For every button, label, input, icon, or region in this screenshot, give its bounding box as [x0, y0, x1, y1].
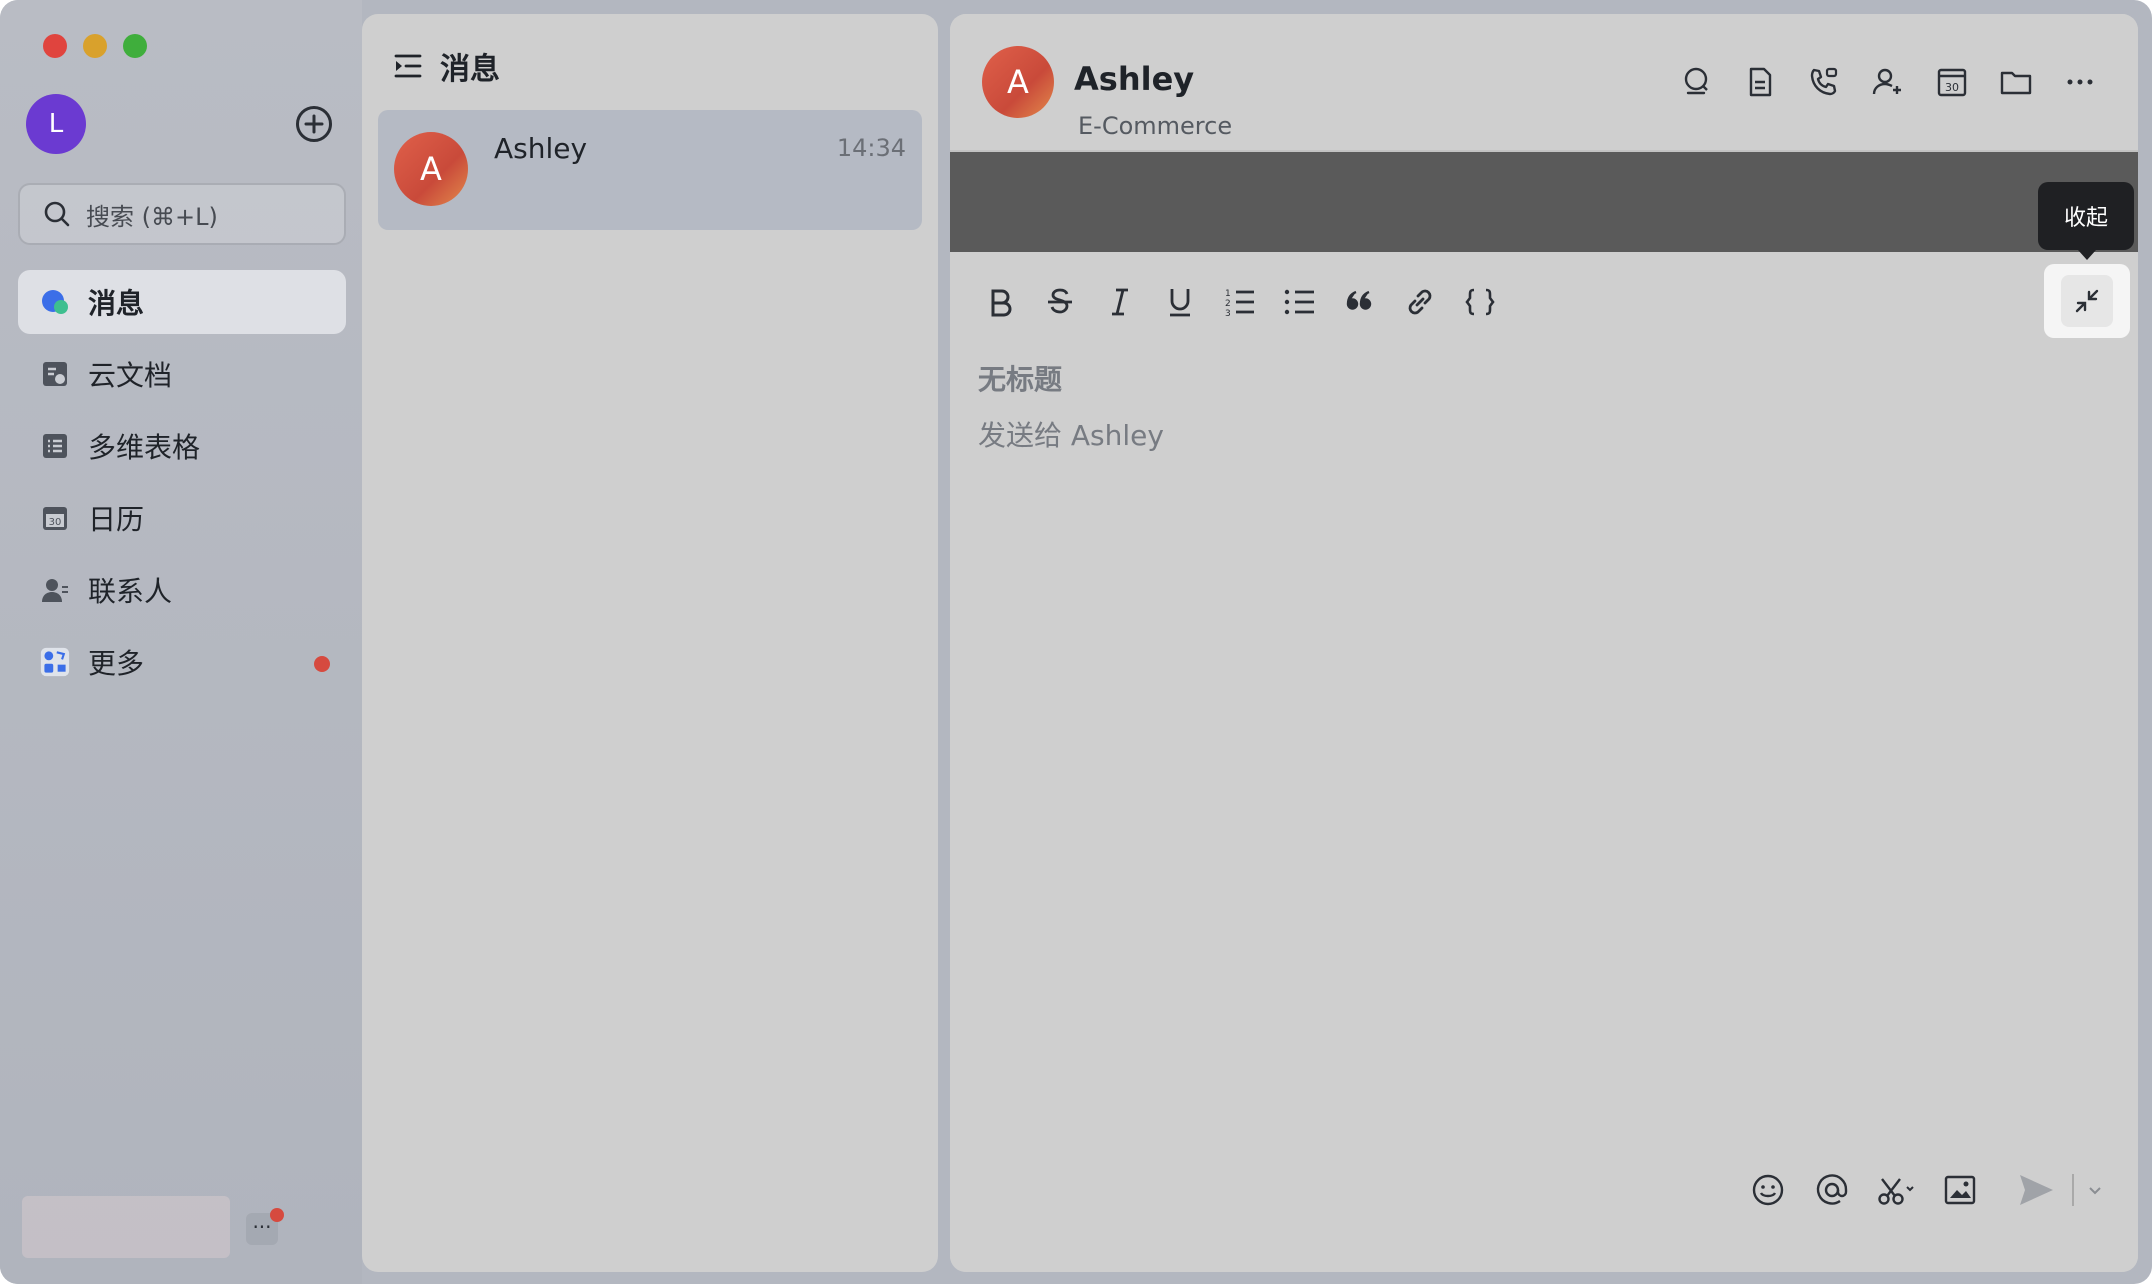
link-icon: [1408, 289, 1432, 315]
svg-text:2: 2: [1225, 299, 1231, 309]
format-toolbar: 123: [978, 280, 1518, 324]
call-icon[interactable]: [1806, 64, 1842, 100]
sidebar-item-base[interactable]: 多维表格: [18, 414, 346, 478]
add-member-icon[interactable]: [1870, 64, 1906, 100]
docs-icon: [40, 359, 70, 389]
chat-header: A Ashley E-Commerce 30: [950, 14, 2138, 152]
collapse-icon: [2075, 289, 2099, 313]
notification-badge: [270, 1208, 284, 1222]
sidebar-item-label: 消息: [88, 287, 145, 320]
image-icon[interactable]: [1940, 1170, 1980, 1210]
search-icon[interactable]: [1678, 64, 1714, 100]
contacts-icon: [40, 575, 70, 605]
conversation-item[interactable]: A Ashley 14:34: [378, 110, 922, 230]
search-placeholder: 搜索 (⌘+L): [86, 202, 218, 231]
rich-text-editor: 123 无标题 发送给 Ashley: [950, 254, 2138, 1272]
quote-button[interactable]: [1338, 280, 1382, 324]
underline-button[interactable]: [1158, 280, 1202, 324]
bottom-profile-card[interactable]: [22, 1196, 230, 1258]
conversation-list-panel: 消息 A Ashley 14:34: [362, 14, 938, 1272]
editor-title-input[interactable]: 无标题: [978, 358, 1062, 398]
minimize-window-button[interactable]: [83, 34, 107, 58]
collapse-tooltip: 收起: [2038, 182, 2134, 260]
app-window: L 搜索 (⌘+L) 消息 云文档 多维表格 30 日历 联系人 更多 ··· …: [0, 0, 2152, 1284]
chat-panel: A Ashley E-Commerce 30 1 2 3 无标题 发送给 Ash…: [950, 14, 2138, 1272]
emoji-icon[interactable]: [1748, 1170, 1788, 1210]
search-input[interactable]: 搜索 (⌘+L): [18, 183, 346, 245]
bullet-list-icon: [1284, 289, 1314, 315]
conversation-time: 14:34: [836, 134, 906, 162]
code-block-icon: [1465, 288, 1495, 316]
more-apps-icon: [40, 647, 70, 677]
collapse-inner: [2061, 275, 2113, 327]
conversation-list-title: 消息: [440, 52, 500, 87]
messages-icon: [40, 287, 70, 317]
bold-icon: [991, 289, 1012, 317]
sidebar-item-calendar[interactable]: 30 日历: [18, 486, 346, 550]
sidebar-item-messages[interactable]: 消息: [18, 270, 346, 334]
folder-icon[interactable]: [1998, 64, 2034, 100]
sidebar-item-label: 联系人: [88, 575, 173, 608]
calendar-icon[interactable]: 30: [1934, 64, 1970, 100]
more-dots-icon: ···: [252, 1215, 272, 1239]
svg-text:3: 3: [1225, 309, 1231, 319]
conversation-list-header: 消息: [392, 44, 500, 88]
italic-button[interactable]: [1098, 280, 1142, 324]
base-table-icon: [40, 431, 70, 461]
italic-icon: [1112, 288, 1128, 316]
avatar[interactable]: A: [982, 46, 1054, 118]
strikethrough-icon: [1048, 288, 1072, 314]
send-icon[interactable]: [2016, 1170, 2056, 1210]
chat-subtitle: E-Commerce: [1078, 112, 1233, 140]
avatar-initial: A: [420, 150, 442, 188]
chat-title[interactable]: Ashley: [1074, 60, 1194, 98]
collapse-editor-button[interactable]: [2044, 264, 2130, 338]
sidebar-item-label: 云文档: [88, 359, 173, 392]
user-avatar-initial: L: [48, 109, 64, 139]
ordered-list-button[interactable]: 123: [1218, 280, 1262, 324]
doc-icon[interactable]: [1742, 64, 1778, 100]
collapse-list-icon[interactable]: [392, 50, 424, 82]
tooltip-text: 收起: [2063, 206, 2108, 231]
sidebar-item-docs[interactable]: 云文档: [18, 342, 346, 406]
bullet-list-button[interactable]: [1278, 280, 1322, 324]
sidebar-item-label: 更多: [88, 647, 145, 680]
avatar: A: [394, 132, 468, 206]
notification-badge: [314, 656, 330, 672]
svg-text:30: 30: [49, 517, 62, 528]
sidebar-item-contacts[interactable]: 联系人: [18, 558, 346, 622]
close-window-button[interactable]: [43, 34, 67, 58]
zoom-window-button[interactable]: [123, 34, 147, 58]
underline-icon: [1170, 289, 1190, 317]
mention-icon[interactable]: [1812, 1170, 1852, 1210]
conversation-name: Ashley: [494, 132, 588, 165]
sidebar-item-more[interactable]: 更多: [18, 630, 346, 694]
quote-icon: [1346, 290, 1372, 310]
calendar-icon: 30: [40, 503, 70, 533]
code-block-button[interactable]: [1458, 280, 1502, 324]
chevron-down-icon[interactable]: [2084, 1179, 2106, 1201]
sidebar: L 搜索 (⌘+L) 消息 云文档 多维表格 30 日历 联系人 更多 ···: [0, 0, 362, 1284]
chat-header-actions: 30: [1650, 64, 2098, 100]
editor-bottom-tools: [1724, 1170, 2106, 1210]
sidebar-item-label: 多维表格: [88, 431, 201, 464]
sidebar-item-label: 日历: [88, 503, 145, 536]
more-icon[interactable]: [2062, 64, 2098, 100]
strikethrough-button[interactable]: [1038, 280, 1082, 324]
svg-text:1: 1: [1225, 289, 1231, 299]
avatar-initial: A: [1007, 63, 1029, 101]
bold-button[interactable]: [978, 280, 1022, 324]
send-divider: [2072, 1174, 2074, 1206]
create-button[interactable]: [296, 106, 332, 142]
message-area-overlay: [950, 152, 2138, 252]
user-avatar[interactable]: L: [26, 94, 86, 154]
plus-icon: [304, 114, 324, 134]
sidebar-nav: 消息 云文档 多维表格 30 日历 联系人 更多: [18, 270, 346, 702]
search-icon: [44, 201, 70, 227]
svg-text:30: 30: [1945, 81, 1959, 94]
screenshot-icon[interactable]: [1876, 1170, 1916, 1210]
ordered-list-icon: 123: [1225, 289, 1254, 319]
link-button[interactable]: [1398, 280, 1442, 324]
editor-body-input[interactable]: 发送给 Ashley: [978, 414, 1164, 454]
